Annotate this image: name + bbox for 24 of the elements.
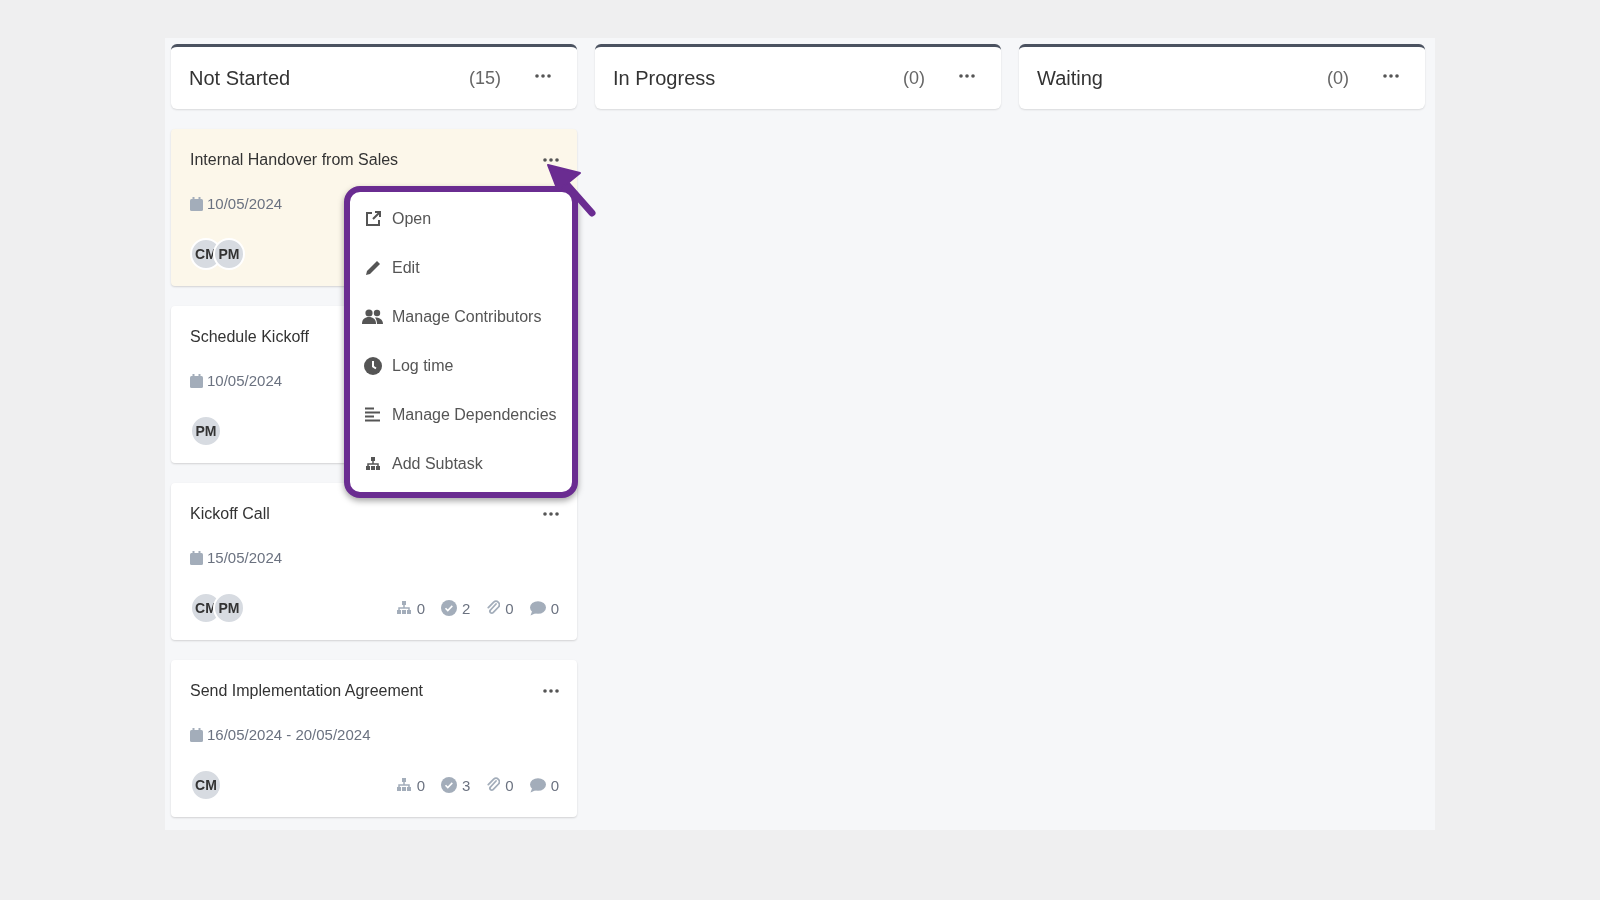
avatar: CM (190, 769, 222, 801)
count-text: 0 (505, 776, 514, 794)
count-text: 0 (416, 599, 425, 617)
count-text: 2 (461, 599, 471, 617)
avatar: PM (190, 415, 222, 447)
count-text: (0) (1327, 67, 1349, 89)
date-text: 15/05/2024 (207, 549, 283, 566)
column-title: Not Started (189, 66, 292, 90)
count-text: 0 (505, 599, 514, 617)
date-text: 10/05/2024 (207, 372, 283, 389)
card-title: Schedule Kickoff (190, 328, 309, 346)
count-text: 0 (550, 776, 559, 794)
count-text: (15) (469, 67, 501, 89)
card-title: Kickoff Call (190, 505, 270, 523)
column-title: Waiting (1037, 66, 1104, 90)
column-title: In Progress (613, 66, 717, 90)
count-text: 0 (550, 599, 559, 617)
card-title: Send Implementation Agreement (190, 682, 424, 700)
date-text: 10/05/2024 (207, 195, 283, 212)
count-text: 0 (416, 776, 425, 794)
count-text: 3 (461, 776, 471, 794)
date-text: 16/05/2024 - 20/05/2024 (207, 726, 371, 743)
count-text: (0) (903, 67, 925, 89)
card-title: Internal Handover from Sales (190, 151, 399, 169)
